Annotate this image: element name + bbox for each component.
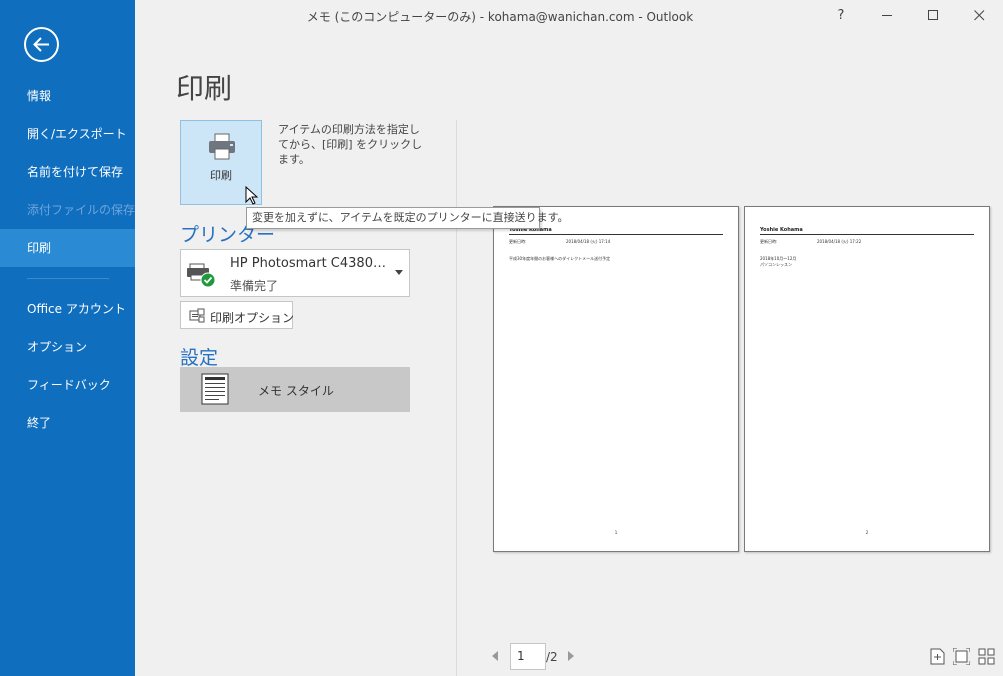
maximize-button[interactable] xyxy=(910,0,956,32)
page-rule xyxy=(760,234,974,235)
printer-ready-icon xyxy=(187,263,216,288)
minimize-button[interactable] xyxy=(864,0,910,32)
sidebar-item-info[interactable]: 情報 xyxy=(0,77,135,115)
back-arrow-icon xyxy=(33,37,49,52)
window-title: メモ (このコンピューターのみ) - kohama@wanichan.com -… xyxy=(306,10,694,24)
page-meta-value: 2018/04/18 (火) 17:22 xyxy=(817,239,862,244)
printer-icon xyxy=(209,133,235,160)
pane-divider xyxy=(456,120,457,676)
page-number: 2 xyxy=(865,530,869,535)
page-body: 平成30年度年間のお客様へのダイレクトメール送付予定 xyxy=(509,256,611,261)
sidebar-item-exit[interactable]: 終了 xyxy=(0,404,135,442)
memo-style-label: メモ スタイル xyxy=(258,384,334,398)
actual-size-icon[interactable] xyxy=(930,648,945,665)
sidebar-item-feedback[interactable]: フィードバック xyxy=(0,366,135,404)
close-icon xyxy=(973,10,984,21)
print-options-button[interactable]: 印刷オプション xyxy=(180,301,295,329)
minimize-icon xyxy=(881,15,892,16)
settings-heading: 設定 xyxy=(180,347,219,369)
chevron-down-icon xyxy=(395,270,403,275)
sidebar-item-print[interactable]: 印刷 xyxy=(0,229,135,267)
print-tooltip: 変更を加えずに、アイテムを既定のプリンターに直接送ります。 xyxy=(246,207,568,229)
printer-name: HP Photosmart C4380… xyxy=(230,256,386,271)
sidebar-item-save-attachments: 添付ファイルの保存 xyxy=(27,203,136,217)
multiple-pages-icon[interactable] xyxy=(978,648,995,665)
page-meta-label: 更新日時: xyxy=(509,239,527,244)
sidebar-divider xyxy=(27,278,109,279)
sidebar-item-options[interactable]: オプション xyxy=(0,328,135,366)
printer-dropdown[interactable]: HP Photosmart C4380… 準備完了 xyxy=(180,249,410,297)
backstage-sidebar: 情報 開く/エクスポート 名前を付けて保存 添付ファイルの保存 印刷 Offic… xyxy=(0,0,135,676)
page-header: Yoshie Kohama xyxy=(760,227,803,233)
page-total: /2 xyxy=(546,650,558,664)
page-title: 印刷 xyxy=(176,72,233,105)
sidebar-nav: 情報 開く/エクスポート 名前を付けて保存 添付ファイルの保存 印刷 Offic… xyxy=(0,77,135,442)
memo-style-icon xyxy=(201,373,229,405)
sidebar-item-save-as[interactable]: 名前を付けて保存 xyxy=(0,153,135,191)
preview-page-2: Yoshie Kohama 更新日時: 2018/04/18 (火) 17:22… xyxy=(744,206,990,552)
printer-status: 準備完了 xyxy=(230,279,279,293)
preview-page-1: Yoshie Kohama 更新日時: 2018/04/18 (火) 17:14… xyxy=(493,206,739,552)
mouse-cursor-icon xyxy=(245,186,259,205)
page-number-input[interactable]: 1 xyxy=(510,643,546,670)
back-button[interactable] xyxy=(24,27,59,62)
help-button[interactable]: ? xyxy=(818,0,864,32)
previous-page-icon[interactable] xyxy=(492,651,499,661)
close-button[interactable] xyxy=(956,0,1002,32)
print-options-label: 印刷オプション xyxy=(210,311,295,325)
print-description: アイテムの印刷方法を指定してから、[印刷] をクリックします。 xyxy=(278,123,423,166)
title-bar: メモ (このコンピューターのみ) - kohama@wanichan.com -… xyxy=(135,0,1003,32)
page-meta-label: 更新日時: xyxy=(760,239,778,244)
maximize-icon xyxy=(927,10,938,20)
sidebar-item-open-export[interactable]: 開く/エクスポート xyxy=(0,115,135,153)
memo-style-option[interactable]: メモ スタイル xyxy=(180,367,410,412)
page-rule xyxy=(509,234,723,235)
sidebar-item-office-account[interactable]: Office アカウント xyxy=(0,290,135,328)
print-button-label: 印刷 xyxy=(210,169,232,182)
page-body: 2018年10月～12月 パソコンレッスン xyxy=(760,256,797,267)
next-page-icon[interactable] xyxy=(567,651,574,661)
page-meta-value: 2018/04/18 (火) 17:14 xyxy=(566,239,611,244)
page-number: 1 xyxy=(614,530,618,535)
print-options-icon xyxy=(189,308,205,323)
one-page-icon[interactable] xyxy=(953,648,970,665)
